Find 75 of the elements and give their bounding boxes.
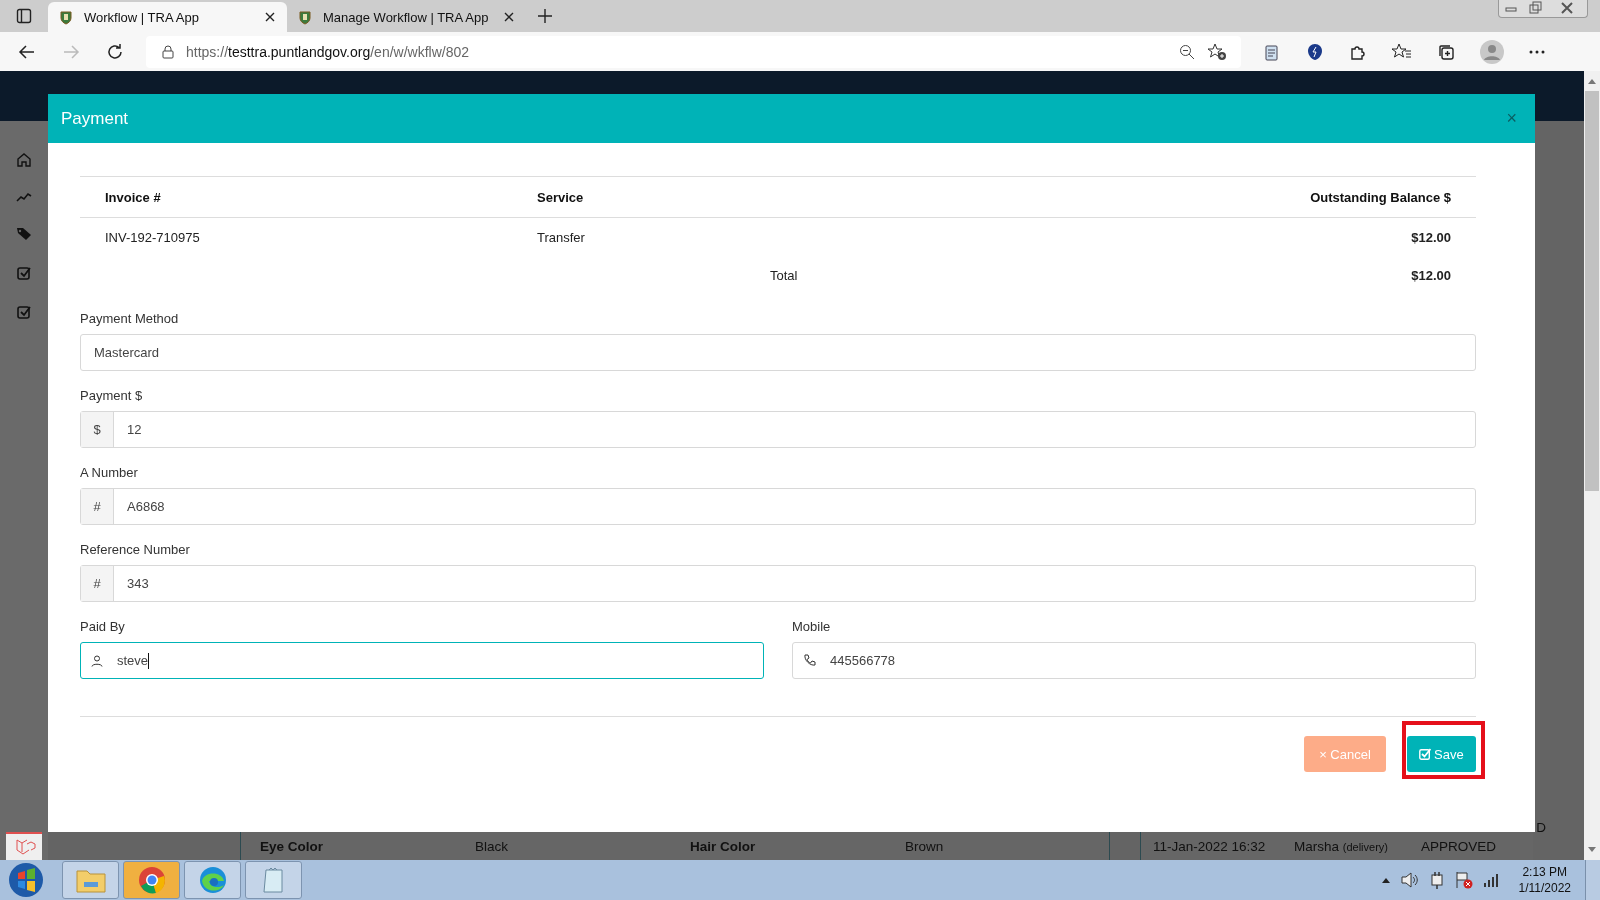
total-amount: $12.00	[1410, 266, 1452, 285]
close-icon[interactable]	[504, 12, 514, 22]
checkbox-icon[interactable]	[17, 305, 31, 319]
browser-tab[interactable]: Manage Workflow | TRA App	[287, 2, 526, 32]
taskbar-app-button[interactable]	[123, 861, 180, 899]
table-cell: $12.00	[1110, 217, 1476, 256]
phone-icon	[803, 654, 816, 667]
chrome-icon	[137, 866, 166, 894]
favorites-icon[interactable]	[1392, 42, 1412, 61]
detail-label: Hair Color	[690, 838, 757, 854]
folder-icon	[75, 867, 106, 893]
field-label: Reference Number	[80, 542, 191, 558]
history-date: 11-Jan-2022 16:32	[1153, 838, 1267, 854]
scrollbar[interactable]	[1584, 71, 1600, 860]
column-header: Outstanding Balance $	[1110, 176, 1476, 218]
input-field[interactable]: # A6868	[80, 488, 1476, 525]
browser-tab[interactable]: Workflow | TRA App	[48, 2, 287, 32]
detail-value: Brown	[905, 838, 945, 854]
speaker-icon[interactable]	[1400, 872, 1419, 888]
crest-icon	[297, 9, 313, 25]
signal-icon[interactable]	[1482, 873, 1499, 887]
flag-error-icon[interactable]	[1454, 871, 1473, 889]
history-status: APPROVED	[1421, 838, 1497, 854]
chart-line-icon[interactable]	[16, 192, 32, 202]
lock-icon	[162, 44, 174, 59]
new-tab-icon[interactable]	[538, 9, 552, 23]
shield-icon[interactable]	[1306, 42, 1324, 61]
table-cell: INV-192-710975	[80, 217, 536, 256]
column-header: Service	[536, 176, 1111, 218]
field-label: Mobile	[792, 619, 832, 635]
start-icon[interactable]	[8, 862, 44, 898]
input-field[interactable]: 445566778	[792, 642, 1476, 679]
clock[interactable]: 2:13 PM 1/11/2022	[1518, 864, 1571, 896]
person-icon	[91, 654, 103, 667]
back-icon[interactable]	[18, 42, 36, 61]
edge-icon	[198, 866, 227, 894]
collections-icon[interactable]	[1437, 42, 1455, 61]
zoom-out-icon[interactable]	[1179, 43, 1195, 60]
show-hidden-icon[interactable]	[1380, 876, 1391, 884]
field-label: Payment $	[80, 388, 144, 404]
refresh-icon[interactable]	[106, 42, 124, 61]
scroll-down-icon[interactable]	[1587, 846, 1597, 854]
dialog-title: Payment	[61, 108, 130, 129]
close-icon[interactable]	[265, 12, 275, 22]
checkbox-icon[interactable]	[17, 266, 31, 280]
checkbox-icon	[1419, 748, 1431, 760]
url-text: https://testtra.puntlandgov.org/en/w/wkflw/802	[186, 43, 470, 60]
power-plug-icon[interactable]	[1428, 871, 1445, 889]
field-label: A Number	[80, 465, 139, 481]
detail-label: Eye Color	[260, 838, 325, 854]
history-user: Marsha (delivery)	[1294, 838, 1389, 854]
total-label: Total	[770, 267, 798, 283]
crest-icon	[58, 9, 74, 25]
field-label: Payment Method	[80, 311, 180, 327]
input-field[interactable]: steve	[80, 642, 764, 679]
column-header: Invoice #	[80, 176, 536, 218]
table-cell: D	[1536, 820, 1546, 835]
taskbar-app-button[interactable]	[184, 861, 241, 899]
clipboard-icon[interactable]	[1263, 42, 1281, 61]
laravel-icon[interactable]	[6, 832, 42, 860]
field-label: Paid By	[80, 619, 126, 635]
home-icon[interactable]	[17, 153, 31, 167]
table-cell: Transfer	[536, 217, 1111, 256]
add-favorite-icon[interactable]	[1207, 42, 1227, 61]
input-field[interactable]: # 343	[80, 565, 1476, 602]
more-icon[interactable]	[1529, 49, 1545, 54]
tab-actions-icon[interactable]	[16, 8, 32, 24]
input-field[interactable]: $ 12	[80, 411, 1476, 448]
select-field[interactable]: Mastercard	[80, 334, 1476, 371]
address-bar[interactable]: https://testtra.puntlandgov.org/en/w/wkflw/802	[146, 35, 1241, 68]
scroll-up-icon[interactable]	[1587, 77, 1597, 85]
profile-icon[interactable]	[1480, 39, 1504, 64]
detail-value: Black	[475, 838, 509, 854]
tags-icon[interactable]	[16, 227, 32, 241]
taskbar-app-button[interactable]	[245, 861, 302, 899]
